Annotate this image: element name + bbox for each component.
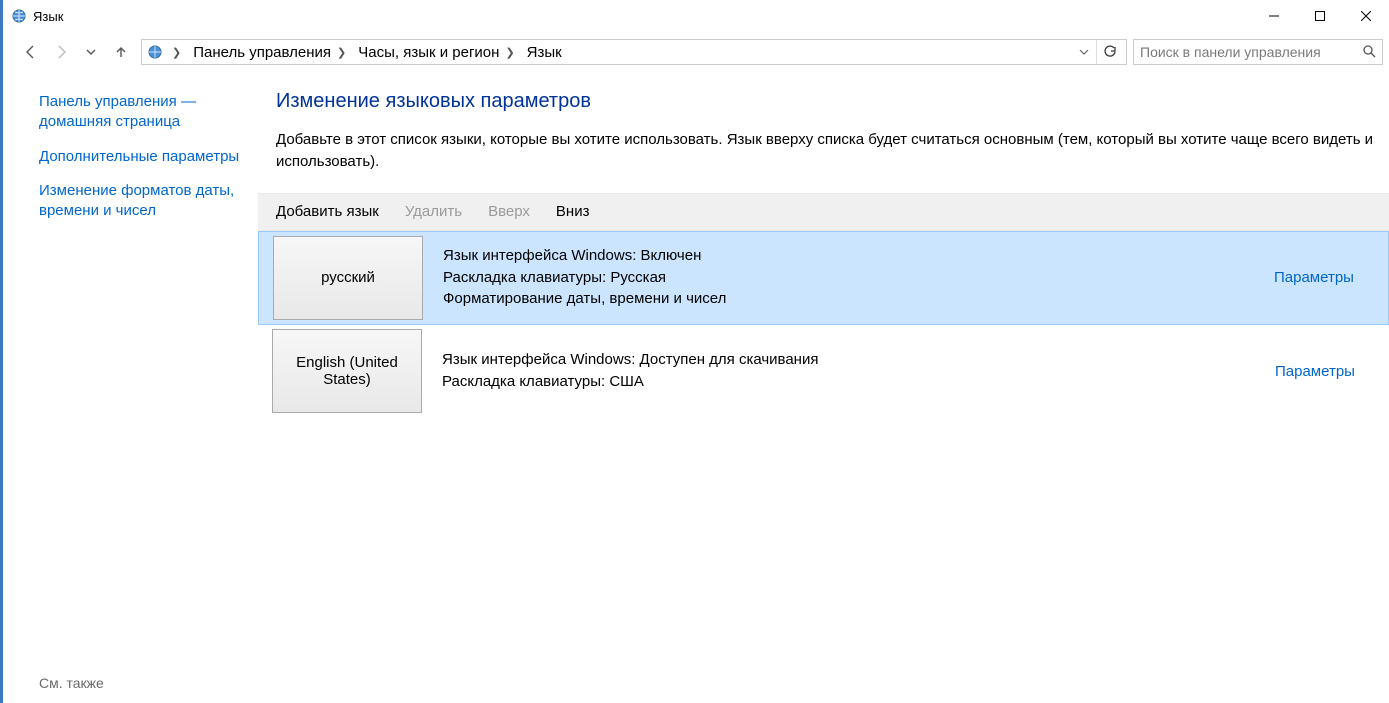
address-bar[interactable]: ❯ Панель управления ❯ Часы, язык и регио… — [141, 39, 1127, 65]
language-info-line: Раскладка клавиатуры: США — [442, 371, 1275, 393]
recent-locations-button[interactable] — [77, 38, 105, 66]
search-icon — [1362, 44, 1376, 61]
body: Панель управления — домашняя страница До… — [3, 72, 1389, 703]
toolbar-add-language[interactable]: Добавить язык — [276, 203, 379, 220]
breadcrumb-root[interactable]: Панель управления ❯ — [189, 44, 350, 61]
language-row[interactable]: English (United States) Язык интерфейса … — [258, 325, 1389, 419]
sidebar-link-advanced[interactable]: Дополнительные параметры — [39, 147, 248, 167]
language-tile[interactable]: русский — [273, 236, 423, 320]
breadcrumb-sep-0[interactable]: ❯ — [168, 46, 185, 59]
language-info-line: Форматирование даты, времени и чисел — [443, 288, 1274, 310]
close-button[interactable] — [1343, 0, 1389, 32]
language-name: русский — [321, 269, 375, 286]
language-info-line: Язык интерфейса Windows: Включен — [443, 245, 1274, 267]
language-list: русский Язык интерфейса Windows: Включен… — [258, 231, 1389, 419]
sidebar-link-formats[interactable]: Изменение форматов даты, времени и чисел — [39, 181, 248, 222]
window: Язык — [0, 0, 1389, 703]
language-info: Язык интерфейса Windows: Включен Расклад… — [443, 245, 1274, 310]
address-dropdown-button[interactable] — [1074, 40, 1094, 64]
up-button[interactable] — [107, 38, 135, 66]
chevron-right-icon: ❯ — [505, 46, 514, 59]
back-button[interactable] — [17, 38, 45, 66]
refresh-button[interactable] — [1096, 40, 1122, 64]
maximize-button[interactable] — [1297, 0, 1343, 32]
main-content: Изменение языковых параметров Добавьте в… — [258, 72, 1389, 703]
sidebar: Панель управления — домашняя страница До… — [3, 72, 258, 703]
titlebar: Язык — [3, 0, 1389, 32]
search-input[interactable] — [1140, 44, 1356, 60]
chevron-right-icon: ❯ — [337, 46, 346, 59]
see-also-heading: См. также — [39, 675, 248, 693]
language-options-cell: Параметры — [1274, 269, 1384, 286]
breadcrumb-mid[interactable]: Часы, язык и регион ❯ — [354, 44, 518, 61]
language-row[interactable]: русский Язык интерфейса Windows: Включен… — [258, 231, 1389, 325]
nav-row: ❯ Панель управления ❯ Часы, язык и регио… — [3, 32, 1389, 72]
page-description: Добавьте в этот список языки, которые вы… — [276, 129, 1385, 173]
breadcrumb-leaf[interactable]: Язык — [523, 44, 566, 61]
language-tile[interactable]: English (United States) — [272, 329, 422, 413]
language-options-cell: Параметры — [1275, 363, 1385, 380]
sidebar-link-home[interactable]: Панель управления — домашняя страница — [39, 92, 248, 133]
language-info-line: Язык интерфейса Windows: Доступен для ск… — [442, 349, 1275, 371]
app-icon — [11, 8, 27, 24]
toolbar-move-up[interactable]: Вверх — [488, 203, 530, 220]
chevron-right-icon: ❯ — [172, 46, 181, 59]
language-options-link[interactable]: Параметры — [1274, 269, 1354, 286]
breadcrumb-label: Панель управления — [193, 44, 331, 61]
minimize-button[interactable] — [1251, 0, 1297, 32]
control-panel-icon — [146, 43, 164, 61]
search-box[interactable] — [1133, 39, 1383, 65]
language-info: Язык интерфейса Windows: Доступен для ск… — [442, 349, 1275, 393]
language-name: English (United States) — [277, 354, 417, 388]
breadcrumb-label: Часы, язык и регион — [358, 44, 499, 61]
language-toolbar: Добавить язык Удалить Вверх Вниз — [258, 193, 1389, 231]
language-info-line: Раскладка клавиатуры: Русская — [443, 267, 1274, 289]
window-title: Язык — [33, 9, 63, 24]
page-title: Изменение языковых параметров — [276, 90, 1385, 113]
toolbar-remove[interactable]: Удалить — [405, 203, 462, 220]
forward-button[interactable] — [47, 38, 75, 66]
breadcrumb-label: Язык — [527, 44, 562, 61]
toolbar-move-down[interactable]: Вниз — [556, 203, 590, 220]
language-options-link[interactable]: Параметры — [1275, 363, 1355, 380]
